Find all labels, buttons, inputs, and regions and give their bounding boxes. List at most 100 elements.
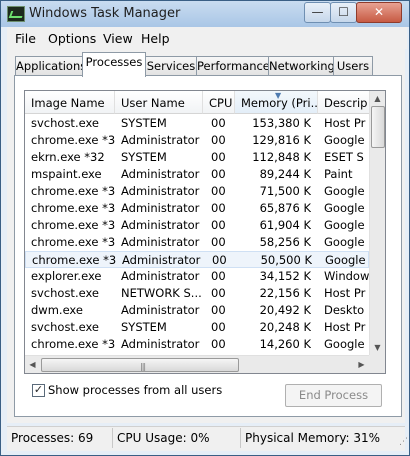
cell-memory: 65,876 K — [259, 201, 311, 215]
maximize-button[interactable]: ☐ — [330, 2, 357, 23]
tab-networking[interactable]: Networking — [268, 56, 335, 76]
process-row[interactable]: chrome.exe *32 Administrator 00 129,816 K Go… — [25, 132, 369, 149]
process-row[interactable]: chrome.exe *32 Administrator 00 65,876 K Goo… — [25, 200, 369, 217]
process-list[interactable]: Image Name User Name CPU ▼ Memory (Pri..… — [24, 90, 386, 374]
column-label: User Name — [121, 96, 185, 110]
cell-user-name: Administrator — [121, 133, 200, 147]
tab-applications[interactable]: Applications — [15, 56, 86, 76]
cell-image-name: chrome.exe *32 — [32, 253, 116, 267]
process-row[interactable]: chrome.exe *32 Administrator 00 58,256 K Goo… — [25, 234, 369, 251]
column-header-description[interactable]: Descrip — [318, 91, 369, 114]
menu-options[interactable]: Options — [48, 31, 96, 46]
cell-image-name: chrome.exe *32 — [31, 218, 115, 232]
status-cpu-usage: CPU Usage: 0% — [115, 428, 241, 448]
cell-memory: 20,492 K — [259, 303, 311, 317]
tab-users[interactable]: Users — [333, 56, 373, 76]
cell-cpu: 00 — [211, 116, 226, 130]
tab-services[interactable]: Services — [145, 56, 197, 76]
vertical-scroll-thumb[interactable] — [371, 106, 385, 148]
horizontal-scrollbar[interactable]: ◀ ||| ▶ — [25, 355, 369, 373]
process-row[interactable]: chrome.exe *32 Administrator 00 61,904 K Goo… — [25, 217, 369, 234]
task-manager-icon — [7, 6, 25, 22]
scroll-down-icon[interactable]: ▼ — [370, 340, 385, 355]
scroll-up-icon[interactable]: ▲ — [370, 91, 385, 106]
client-area: Applications Processes Services Performa… — [7, 49, 405, 423]
cell-user-name: SYSTEM — [121, 116, 167, 130]
cell-description: Deskto — [324, 303, 365, 317]
column-header-user-name[interactable]: User Name — [115, 91, 203, 114]
cell-user-name: Administrator — [121, 235, 200, 249]
title-bar[interactable]: Windows Task Manager — ☐ ✕ — [1, 1, 409, 27]
cell-user-name: Administrator — [121, 303, 200, 317]
cell-cpu: 00 — [211, 235, 226, 249]
menu-help[interactable]: Help — [141, 31, 170, 46]
show-all-users-checkbox[interactable]: ✓ — [32, 384, 45, 397]
end-process-button[interactable]: End Process — [285, 384, 382, 407]
cell-memory: 50,500 K — [260, 253, 312, 267]
horizontal-scroll-thumb[interactable]: ||| — [41, 358, 239, 372]
process-row[interactable]: ekrn.exe *32 SYSTEM 00 112,848 K ESET S — [25, 149, 369, 166]
cell-image-name: chrome.exe *32 — [31, 201, 115, 215]
cell-memory: 129,816 K — [252, 133, 311, 147]
process-row[interactable]: explorer.exe Administrator 00 34,152 K Windo… — [25, 268, 369, 285]
process-row[interactable]: dwm.exe Administrator 00 20,492 K Deskto — [25, 302, 369, 319]
cell-memory: 22,156 K — [259, 286, 311, 300]
cell-description: Paint — [324, 167, 353, 181]
scroll-left-icon[interactable]: ◀ — [25, 356, 40, 373]
scroll-corner — [369, 355, 385, 373]
cell-description: Google — [324, 184, 365, 198]
process-row[interactable]: svchost.exe NETWORK S... 00 22,156 K Host Pr — [25, 285, 369, 302]
process-row[interactable]: svchost.exe SYSTEM 00 153,380 K Host Pr — [25, 115, 369, 132]
tab-performance[interactable]: Performance — [196, 56, 270, 76]
column-header-memory[interactable]: ▼ Memory (Pri... — [235, 91, 318, 114]
scroll-right-icon[interactable]: ▶ — [354, 356, 369, 373]
process-row[interactable]: chrome.exe *32 Administrator 00 71,500 K Goo… — [25, 183, 369, 200]
cell-memory: 112,848 K — [252, 150, 311, 164]
cell-cpu: 00 — [211, 184, 226, 198]
sort-descending-icon: ▼ — [275, 91, 282, 100]
tab-processes[interactable]: Processes — [82, 52, 146, 77]
cell-image-name: chrome.exe *32 — [31, 337, 115, 351]
cell-memory: 20,248 K — [259, 320, 311, 334]
cell-description: Host Pr — [324, 116, 366, 130]
process-row[interactable]: chrome.exe *32 Administrator 00 14,260 K Goo… — [25, 336, 369, 353]
column-header-image-name[interactable]: Image Name — [25, 91, 115, 114]
resize-grip-icon[interactable]: ⋰ — [399, 437, 408, 447]
cell-image-name: svchost.exe — [31, 286, 100, 300]
cell-description: Google — [325, 253, 366, 267]
cell-description: Google — [324, 201, 365, 215]
cell-image-name: svchost.exe — [31, 116, 100, 130]
column-label: Descrip — [324, 96, 368, 110]
process-row[interactable]: svchost.exe SYSTEM 00 20,248 K Host Pr — [25, 319, 369, 336]
cell-description: Google — [324, 337, 365, 351]
cell-image-name: chrome.exe *32 — [31, 235, 115, 249]
menu-file[interactable]: File — [15, 31, 36, 46]
cell-cpu: 00 — [211, 167, 226, 181]
cell-memory: 58,256 K — [259, 235, 311, 249]
close-button[interactable]: ✕ — [356, 2, 402, 23]
cell-cpu: 00 — [211, 269, 226, 283]
vertical-scrollbar[interactable]: ▲ ▼ — [369, 91, 385, 355]
cell-description: ESET S — [324, 150, 364, 164]
cell-cpu: 00 — [211, 218, 226, 232]
column-header-cpu[interactable]: CPU — [203, 91, 235, 114]
cell-cpu: 00 — [211, 286, 226, 300]
cell-user-name: Administrator — [122, 253, 201, 267]
menu-view[interactable]: View — [103, 31, 133, 46]
menu-bar: File Options View Help — [7, 27, 407, 49]
cell-image-name: chrome.exe *32 — [31, 184, 115, 198]
column-label: Image Name — [31, 96, 105, 110]
process-row[interactable]: mspaint.exe Administrator 00 89,244 K Paint — [25, 166, 369, 183]
show-all-users-label[interactable]: Show processes from all users — [48, 383, 222, 397]
grip-icon: ||| — [140, 362, 146, 371]
cell-image-name: mspaint.exe — [31, 167, 102, 181]
cell-image-name: dwm.exe — [31, 303, 83, 317]
cell-user-name: Administrator — [121, 184, 200, 198]
cell-cpu: 00 — [211, 320, 226, 334]
process-row[interactable]: chrome.exe *32 Administrator 00 50,500 K Goo… — [25, 251, 369, 268]
minimize-button[interactable]: — — [304, 2, 331, 23]
cell-user-name: Administrator — [121, 218, 200, 232]
cell-image-name: svchost.exe — [31, 320, 100, 334]
cell-memory: 14,260 K — [259, 337, 311, 351]
status-bar: Processes: 69 CPU Usage: 0% Physical Mem… — [7, 426, 408, 451]
